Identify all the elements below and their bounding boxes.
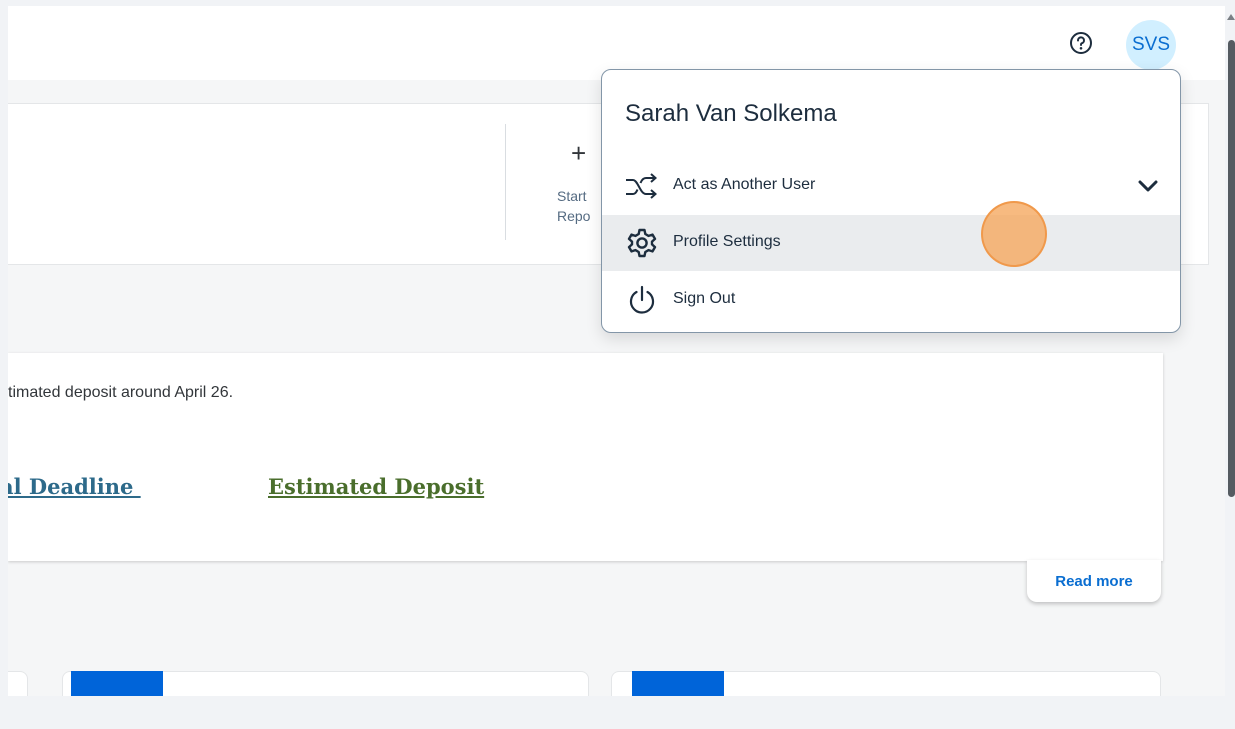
avatar-initials: SVS: [1131, 34, 1171, 55]
click-indicator: [981, 201, 1047, 267]
notice-card: stimated deposit around April 26. al Dea…: [8, 353, 1163, 561]
tile-accent-bar: [71, 671, 163, 696]
menu-user-name: Sarah Van Solkema: [625, 100, 837, 127]
user-menu-popover: Sarah Van Solkema Act as Another User Pr…: [601, 69, 1181, 333]
read-more-button[interactable]: Read more: [1027, 560, 1161, 602]
start-report-label-line2: Repo: [557, 208, 591, 224]
tile-card-right[interactable]: [611, 671, 1161, 696]
start-report-button[interactable]: Start Repo: [557, 186, 597, 226]
plus-icon[interactable]: +: [571, 140, 586, 166]
menu-item-act-as-another-user[interactable]: Act as Another User: [602, 158, 1180, 214]
menu-item-sign-out[interactable]: Sign Out: [602, 272, 1180, 328]
notice-text: stimated deposit around April 26.: [8, 384, 234, 401]
start-report-label-line1: Start: [557, 188, 587, 204]
switch-user-icon: [624, 171, 660, 201]
scrollbar-thumb[interactable]: [1228, 40, 1235, 497]
menu-item-profile-settings[interactable]: Profile Settings: [602, 215, 1180, 271]
tile-card-left[interactable]: [8, 671, 28, 696]
menu-item-label: Profile Settings: [673, 233, 781, 250]
tile-accent-bar: [632, 671, 724, 696]
menu-item-label: Act as Another User: [673, 176, 816, 193]
menu-item-label: Sign Out: [673, 290, 736, 307]
question-circle-icon: [1069, 31, 1093, 60]
gear-icon: [624, 228, 660, 258]
user-avatar[interactable]: SVS: [1126, 20, 1176, 70]
vertical-divider: [505, 124, 506, 240]
deadline-link[interactable]: al Deadline: [8, 474, 141, 499]
tile-card-middle[interactable]: [62, 671, 589, 696]
help-button[interactable]: [1068, 31, 1094, 60]
estimated-deposit-link[interactable]: Estimated Deposit: [268, 474, 484, 499]
power-icon: [624, 285, 660, 315]
chevron-down-icon[interactable]: [1137, 176, 1159, 196]
scroll-up-arrow-icon[interactable]: [1227, 14, 1235, 20]
